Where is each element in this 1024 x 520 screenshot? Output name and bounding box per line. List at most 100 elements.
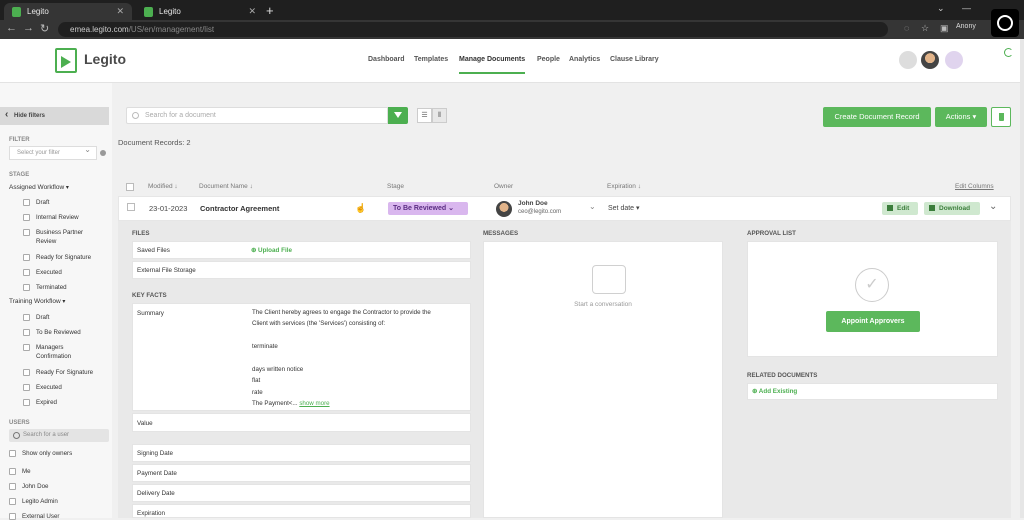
checkbox[interactable] <box>23 314 30 321</box>
checkbox[interactable] <box>23 344 30 351</box>
select-all-checkbox[interactable] <box>126 183 134 191</box>
new-tab-icon[interactable]: + <box>266 3 274 18</box>
show-more-link[interactable]: show more <box>299 400 329 407</box>
trash-icon[interactable] <box>991 107 1011 127</box>
stage-checkbox[interactable]: Internal Review <box>23 213 111 222</box>
stage-checkbox[interactable]: Executed <box>23 383 111 392</box>
nav-manage-documents[interactable]: Manage Documents <box>459 56 526 74</box>
create-document-record-button[interactable]: Create Document Record <box>823 107 931 127</box>
browser-tab[interactable]: Legito ✕ <box>136 3 264 20</box>
user-checkbox[interactable]: Me <box>9 467 31 475</box>
chevron-down-icon[interactable]: ⌄ <box>989 201 997 212</box>
nav-people[interactable]: People <box>537 56 560 63</box>
row-document-name[interactable]: Contractor Agreement <box>200 204 279 213</box>
external-file-storage-row[interactable]: External File Storage <box>132 261 471 279</box>
stage-checkbox[interactable]: Ready for Signature <box>23 253 111 262</box>
start-conversation-link[interactable]: Start a conversation <box>484 301 722 308</box>
close-tab-icon[interactable]: ✕ <box>116 6 124 17</box>
stage-checkbox[interactable]: To Be Reviewed <box>23 328 111 337</box>
avatar[interactable] <box>921 51 939 69</box>
nav-dashboard[interactable]: Dashboard <box>368 56 405 63</box>
chevron-down-icon[interactable]: ⌄ <box>937 3 945 14</box>
stage-checkbox[interactable]: Terminated <box>23 283 111 292</box>
column-stage[interactable]: Stage <box>387 183 404 190</box>
checkbox[interactable] <box>23 329 30 336</box>
filter-icon[interactable] <box>388 107 408 124</box>
checkbox[interactable] <box>23 229 30 236</box>
edit-button[interactable]: Edit <box>882 202 918 215</box>
document-search-input[interactable]: Search for a document <box>126 107 388 124</box>
gear-icon[interactable] <box>100 150 106 156</box>
show-only-owners-checkbox[interactable]: Show only owners <box>9 449 72 457</box>
checkbox[interactable] <box>9 468 16 475</box>
training-workflow-toggle[interactable]: Training Workflow <box>9 298 65 305</box>
expiration-row[interactable]: Expiration <box>132 504 471 518</box>
checkbox[interactable] <box>23 384 30 391</box>
value-row[interactable]: Value <box>132 413 471 432</box>
forward-icon[interactable]: → <box>23 22 34 34</box>
nav-analytics[interactable]: Analytics <box>569 56 600 63</box>
stage-checkbox[interactable]: Ready For Signature <box>23 368 111 377</box>
sidepanel-icon[interactable]: ▣ <box>940 23 949 34</box>
payment-date-row[interactable]: Payment Date <box>132 464 471 482</box>
checkbox[interactable] <box>9 513 16 520</box>
delivery-date-row[interactable]: Delivery Date <box>132 484 471 502</box>
checkbox[interactable] <box>9 498 16 505</box>
bell-icon[interactable] <box>899 51 917 69</box>
reload-icon[interactable]: ↻ <box>40 22 49 35</box>
stage-checkbox[interactable]: Managers Confirmation <box>23 343 111 361</box>
upload-file-link[interactable]: Upload File <box>251 247 292 254</box>
stage-checkbox[interactable]: Draft <box>23 313 111 322</box>
checkbox[interactable] <box>23 284 30 291</box>
nav-clause-library[interactable]: Clause Library <box>610 56 659 63</box>
user-checkbox[interactable]: External User <box>9 512 59 520</box>
column-owner[interactable]: Owner <box>494 183 513 190</box>
close-tab-icon[interactable]: ✕ <box>248 6 256 17</box>
scrollbar[interactable] <box>1020 39 1024 518</box>
signing-date-row[interactable]: Signing Date <box>132 444 471 462</box>
star-icon[interactable]: ☆ <box>921 23 929 34</box>
stage-checkbox[interactable]: Executed <box>23 268 111 277</box>
edit-columns-link[interactable]: Edit Columns <box>955 183 994 190</box>
row-checkbox[interactable] <box>127 203 135 211</box>
back-icon[interactable]: ← <box>6 22 17 34</box>
browser-tab[interactable]: Legito ✕ <box>4 3 132 20</box>
flag-icon[interactable] <box>945 51 963 69</box>
column-modified[interactable]: Modified <box>148 183 178 190</box>
actions-button[interactable]: Actions ▾ <box>935 107 987 127</box>
owner-dropdown-icon[interactable]: ⌄ <box>589 202 596 211</box>
download-button[interactable]: Download <box>924 202 980 215</box>
legito-logo-icon[interactable] <box>55 48 77 73</box>
checkbox[interactable] <box>23 199 30 206</box>
column-expiration[interactable]: Expiration <box>607 183 641 190</box>
table-row[interactable]: 23-01-2023 Contractor Agreement ☝ To Be … <box>118 196 1011 221</box>
checkbox[interactable] <box>23 269 30 276</box>
user-search-input[interactable]: Search for a user <box>9 429 109 442</box>
stage-checkbox[interactable]: Expired <box>23 398 111 407</box>
hide-filters-button[interactable]: Hide filters <box>0 107 109 125</box>
checkbox[interactable] <box>23 254 30 261</box>
nav-templates[interactable]: Templates <box>414 56 448 63</box>
url-field[interactable]: emea.legito.com/US/en/management/list <box>58 22 888 37</box>
user-checkbox[interactable]: John Doe <box>9 482 49 490</box>
stage-checkbox[interactable]: Draft <box>23 198 111 207</box>
profile-label[interactable]: Anony <box>956 23 976 30</box>
checkbox[interactable] <box>23 214 30 221</box>
stage-dropdown[interactable]: To Be Reviewed ⌄ <box>388 202 468 215</box>
stage-checkbox[interactable]: Business Partner Review <box>23 228 111 246</box>
checkbox[interactable] <box>9 483 16 490</box>
column-document-name[interactable]: Document Name <box>199 183 253 190</box>
assigned-workflow-toggle[interactable]: Assigned Workflow <box>9 184 69 191</box>
checkbox[interactable] <box>23 369 30 376</box>
expiration-set-date[interactable]: Set date ▾ <box>608 204 640 212</box>
filter-select[interactable]: Select your filter <box>9 145 97 160</box>
logo-text[interactable]: Legito <box>84 51 126 67</box>
appoint-approvers-button[interactable]: Appoint Approvers <box>826 311 920 332</box>
user-checkbox[interactable]: Legito Admin <box>9 497 58 505</box>
add-existing-link[interactable]: Add Existing <box>747 383 998 400</box>
list-view-icon[interactable]: ☰ <box>417 108 432 123</box>
eye-off-icon[interactable]: ◌ <box>904 23 909 33</box>
checkbox[interactable] <box>23 399 30 406</box>
column-view-icon[interactable]: ⦀ <box>432 108 447 123</box>
checkbox[interactable] <box>9 450 16 457</box>
